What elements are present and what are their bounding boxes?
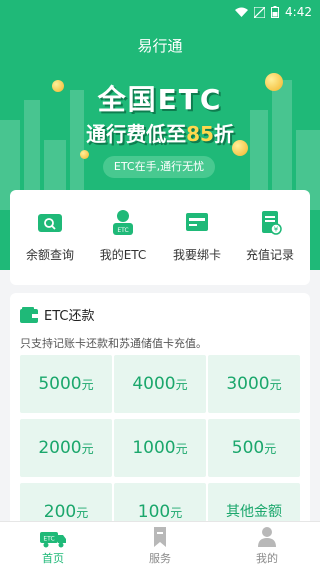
tab-service[interactable]: 服务 bbox=[120, 526, 200, 566]
banner-discount: 85 bbox=[186, 122, 214, 146]
tab-mine[interactable]: 我的 bbox=[227, 526, 307, 566]
amount-unit: 元 bbox=[81, 378, 94, 392]
wifi-icon bbox=[235, 7, 249, 17]
tab-home[interactable]: ETC 首页 bbox=[13, 526, 93, 566]
bind-card-icon bbox=[183, 208, 211, 236]
amount-option[interactable]: 1000元 bbox=[114, 419, 206, 477]
menu-item-recharge-record[interactable]: ¥ 充值记录 bbox=[235, 208, 305, 263]
amount-value: 1000 bbox=[132, 438, 176, 458]
etc-repayment-card: ETC还款 只支持记账卡还款和苏通储值卡充值。 5000元 4000元 3000… bbox=[10, 293, 310, 553]
menu-item-label: 余额查询 bbox=[25, 248, 74, 262]
banner-subheadline: 通行费低至85折 bbox=[0, 118, 320, 147]
amount-value: 100 bbox=[137, 502, 171, 522]
amount-value: 其他金额 bbox=[226, 504, 282, 520]
promo-banner[interactable]: 全国ETC 通行费低至85折 ETC在手,通行无忧 bbox=[0, 70, 320, 190]
amount-unit: 元 bbox=[76, 506, 89, 520]
banner-headline: 全国ETC bbox=[97, 83, 223, 116]
menu-item-label: 我要绑卡 bbox=[172, 248, 221, 262]
menu-item-bind-card[interactable]: 我要绑卡 bbox=[162, 208, 232, 263]
amount-value: 4000 bbox=[132, 374, 176, 394]
amount-unit: 元 bbox=[264, 442, 277, 456]
wallet-icon bbox=[20, 306, 38, 323]
recharge-record-icon: ¥ bbox=[256, 208, 284, 236]
status-time: 4:42 bbox=[285, 5, 312, 19]
amount-value: 2000 bbox=[38, 438, 82, 458]
amount-option[interactable]: 4000元 bbox=[114, 355, 206, 413]
menu-item-label: 我的ETC bbox=[99, 248, 147, 262]
my-etc-icon: ETC bbox=[109, 208, 137, 236]
battery-icon bbox=[271, 6, 280, 18]
amount-value: 500 bbox=[231, 438, 265, 458]
tab-label: 我的 bbox=[256, 552, 278, 565]
section-header: ETC还款 bbox=[20, 305, 94, 324]
svg-text:ETC: ETC bbox=[117, 227, 128, 234]
banner-subheadline-prefix: 通行费低至 bbox=[86, 122, 187, 146]
amount-unit: 元 bbox=[269, 378, 282, 392]
signal-icon bbox=[254, 6, 266, 18]
amount-unit: 元 bbox=[175, 442, 188, 456]
svg-text:ETC: ETC bbox=[43, 536, 54, 543]
svg-text:¥: ¥ bbox=[274, 226, 279, 234]
menu-item-my-etc[interactable]: ETC 我的ETC bbox=[88, 208, 158, 263]
bottom-tab-bar: ETC 首页 服务 我的 bbox=[0, 521, 320, 569]
amount-option[interactable]: 3000元 bbox=[208, 355, 300, 413]
menu-item-label: 充值记录 bbox=[245, 248, 294, 262]
section-note: 只支持记账卡还款和苏通储值卡充值。 bbox=[20, 337, 207, 350]
menu-item-balance-query[interactable]: 余额查询 bbox=[15, 208, 85, 263]
amount-value: 3000 bbox=[226, 374, 270, 394]
amount-value: 200 bbox=[43, 502, 77, 522]
page-title: 易行通 bbox=[137, 37, 183, 55]
amount-value: 5000 bbox=[38, 374, 82, 394]
amount-unit: 元 bbox=[81, 442, 94, 456]
tab-label: 服务 bbox=[149, 552, 171, 565]
bookmark-icon bbox=[146, 526, 174, 548]
banner-slogan-pill: ETC在手,通行无忧 bbox=[103, 156, 215, 178]
coin-decoration bbox=[80, 150, 89, 159]
amount-unit: 元 bbox=[175, 378, 188, 392]
etc-truck-icon: ETC bbox=[39, 526, 67, 548]
amount-unit: 元 bbox=[170, 506, 183, 520]
banner-subheadline-suffix: 折 bbox=[213, 122, 234, 146]
tab-label: 首页 bbox=[42, 552, 64, 565]
balance-query-icon bbox=[36, 208, 64, 236]
user-icon bbox=[253, 526, 281, 548]
amount-option[interactable]: 5000元 bbox=[20, 355, 112, 413]
amount-option[interactable]: 2000元 bbox=[20, 419, 112, 477]
status-bar: 4:42 bbox=[0, 0, 320, 24]
amount-option[interactable]: 500元 bbox=[208, 419, 300, 477]
section-title: ETC还款 bbox=[44, 309, 95, 324]
quick-menu-card: 余额查询 ETC 我的ETC 我要绑卡 ¥ 充值记录 bbox=[10, 190, 310, 285]
